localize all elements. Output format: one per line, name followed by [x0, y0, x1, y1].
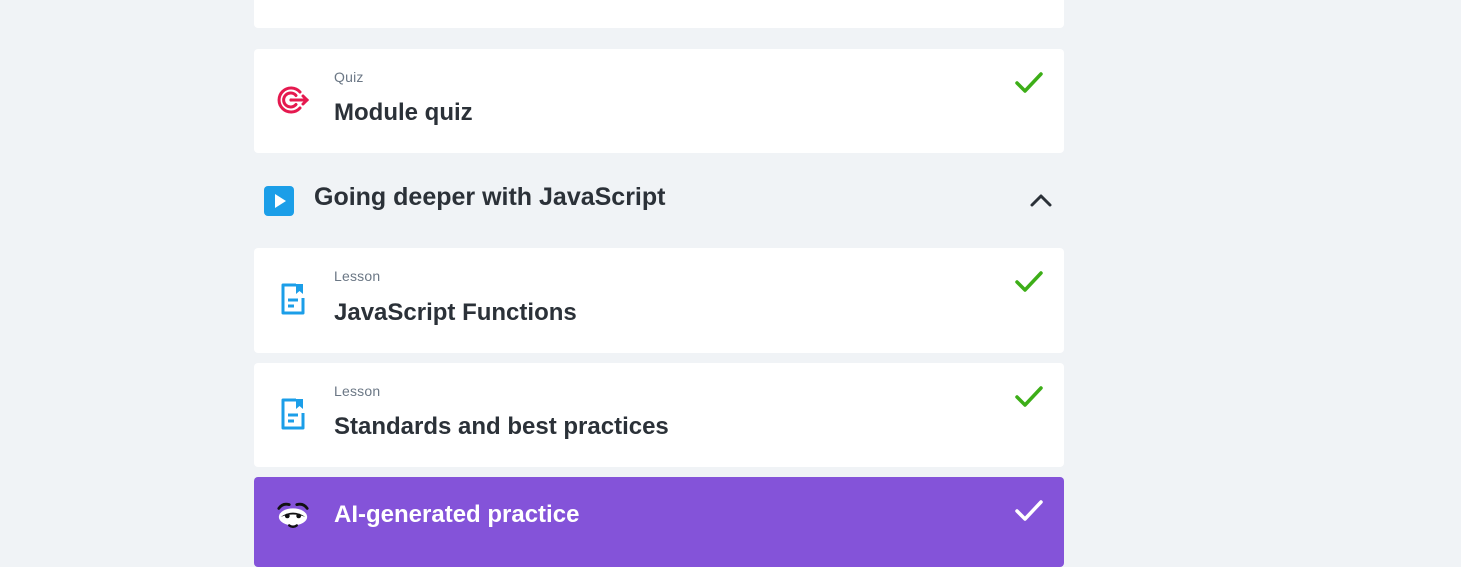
mascot-icon	[276, 498, 310, 532]
check-icon	[1015, 500, 1043, 521]
item-title: Standards and best practices	[334, 413, 669, 440]
item-type-label: Quiz	[334, 69, 364, 85]
item-type-label: Lesson	[334, 383, 381, 399]
target-icon	[276, 83, 310, 117]
item-title: AI-generated practice	[334, 501, 580, 528]
document-icon	[276, 397, 310, 431]
document-icon	[276, 282, 310, 316]
check-icon	[1015, 386, 1043, 407]
lesson-item-card[interactable]: Lesson JavaScript Functions	[254, 248, 1064, 353]
chevron-up-icon[interactable]	[1026, 187, 1056, 213]
item-type-label: Lesson	[334, 268, 381, 284]
ai-practice-card[interactable]: AI-generated practice	[254, 477, 1064, 567]
item-title: Module quiz	[334, 99, 473, 126]
lesson-item-card[interactable]: Lesson Standards and best practices	[254, 363, 1064, 467]
check-icon	[1015, 72, 1043, 93]
quiz-item-card[interactable]: Quiz Module quiz	[254, 49, 1064, 153]
previous-item-card[interactable]	[254, 0, 1064, 28]
play-icon	[264, 186, 294, 216]
section-title: Going deeper with JavaScript	[314, 183, 666, 211]
check-icon	[1015, 271, 1043, 292]
item-title: JavaScript Functions	[334, 299, 577, 326]
section-header[interactable]: Going deeper with JavaScript	[254, 170, 1064, 230]
